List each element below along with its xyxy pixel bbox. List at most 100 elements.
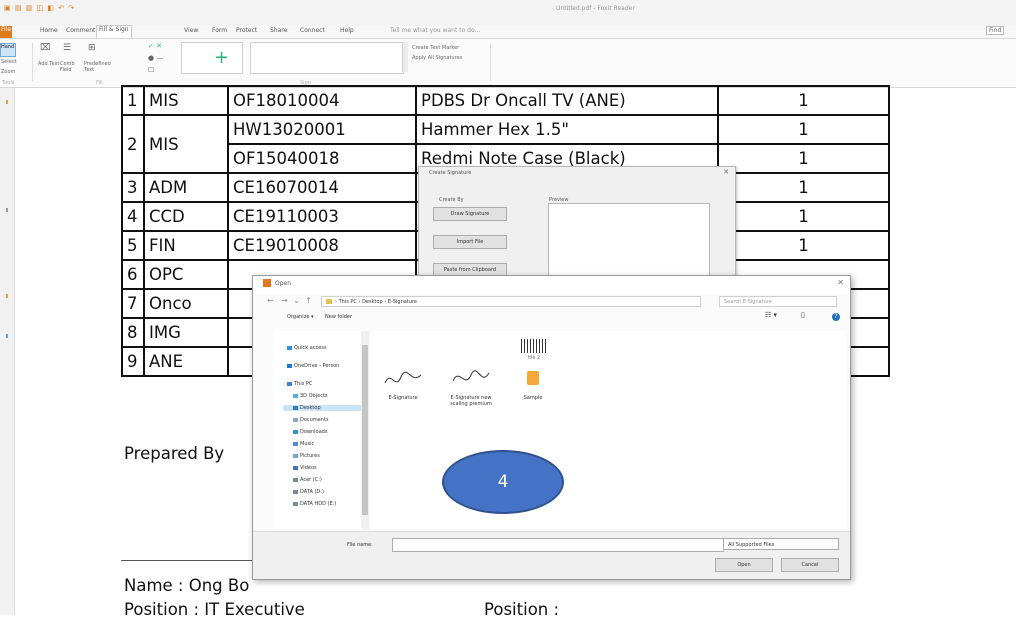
add-signature-box[interactable]: + (181, 42, 243, 74)
tab-file[interactable]: File (0, 26, 12, 38)
tab-connect[interactable]: Connect (300, 27, 325, 34)
nav-item-onedrive[interactable]: OneDrive - Person (287, 363, 339, 369)
app-icon (263, 279, 271, 287)
close-icon[interactable]: ✕ (837, 278, 844, 287)
create-text-marker[interactable]: Create Text Marker (412, 45, 459, 51)
group-divider (490, 43, 491, 81)
tab-view[interactable]: View (184, 27, 198, 34)
check-mark-icon[interactable]: ✓ ✕ (148, 43, 162, 50)
preview-pane-icon[interactable]: ▯ (801, 311, 805, 319)
gallery-scrollbar[interactable] (402, 42, 408, 72)
position-line: Position : IT Executive (124, 600, 305, 619)
dialog-toolbar: Organize ▾ New folder ☷ ▾ ▯ ? (253, 311, 850, 325)
nav-item-3d-objects[interactable]: 3D Objects (293, 393, 328, 399)
tab-protect[interactable]: Protect (236, 27, 257, 34)
nav-item-drive-d[interactable]: DATA (D:) (293, 489, 324, 495)
apply-all-signatures[interactable]: Apply All Signatures (412, 55, 462, 61)
left-nav-pane[interactable] (0, 88, 15, 615)
nav-item-videos[interactable]: Videos (293, 465, 317, 471)
add-text-icon: ⌧ (40, 43, 51, 53)
import-file-button[interactable]: Import File (433, 235, 507, 249)
forward-icon[interactable]: → (281, 296, 288, 305)
draw-signature-button[interactable]: Draw Signature (433, 207, 507, 221)
department-cell: ANE (143, 346, 229, 377)
code-cell: CE16070014 (227, 172, 417, 203)
dialog-title: Create Signature (429, 170, 472, 176)
open-button[interactable]: Open (715, 558, 773, 572)
back-icon[interactable]: ← (267, 296, 274, 305)
file-item[interactable] (449, 365, 493, 393)
file-item[interactable] (381, 365, 425, 393)
nav-item-downloads[interactable]: Downloads (293, 429, 327, 435)
nav-item-this-pc[interactable]: This PC (287, 381, 312, 387)
dialog-footer: File name: All Supported Files Open Canc… (253, 531, 850, 579)
file-name-input[interactable] (392, 538, 724, 552)
nav-item-documents[interactable]: Documents (293, 417, 329, 423)
comb-field-button[interactable]: Comb Field (60, 61, 84, 73)
cloud-icon (287, 363, 292, 368)
view-options-icon[interactable]: ☷ ▾ (765, 311, 777, 319)
dot-line-icon[interactable]: ● — (148, 55, 163, 62)
tab-home[interactable]: Home (40, 27, 58, 34)
checkbox-icon[interactable]: ☐ (148, 67, 154, 74)
layers-icon[interactable] (6, 334, 8, 338)
tab-help[interactable]: Help (340, 27, 354, 34)
nav-item-drive-e[interactable]: DATA HDD (E:) (293, 501, 336, 507)
signature-thumbnail (384, 371, 422, 384)
file-name-label: File name: (347, 542, 373, 548)
hand-tool-button[interactable]: Hand (0, 43, 16, 57)
drive-icon (293, 489, 298, 494)
code-cell: CE19010008 (227, 230, 417, 261)
cancel-button[interactable]: Cancel (781, 558, 839, 572)
nav-item-drive-c[interactable]: Acer (C:) (293, 477, 322, 483)
nav-item-music[interactable]: Music (293, 441, 314, 447)
close-icon[interactable]: ✕ (723, 168, 729, 176)
file-list[interactable]: file 2 E-Signature E-Signature new scali… (371, 331, 846, 529)
up-icon[interactable]: ↑ (305, 296, 312, 305)
picture-icon (293, 453, 298, 458)
tab-form[interactable]: Form (212, 27, 227, 34)
page-thumb-icon[interactable] (6, 208, 8, 212)
comment-icon[interactable] (6, 294, 8, 298)
app-title: Untitled.pdf - Foxit Reader (556, 5, 635, 12)
row-number: 4 (121, 201, 145, 232)
nav-item-pictures[interactable]: Pictures (293, 453, 320, 459)
select-tool[interactable]: Select (1, 59, 16, 65)
tab-share[interactable]: Share (270, 27, 287, 34)
predefined-text-button[interactable]: Predefined Text (84, 61, 118, 73)
nav-item-desktop[interactable]: Desktop (283, 405, 361, 411)
add-text-button[interactable]: Add Text (38, 61, 60, 67)
search-input[interactable]: Search E-Signature (719, 296, 837, 307)
quantity-cell: 1 (717, 114, 890, 145)
row-number: 7 (121, 288, 145, 319)
nav-item-quick-access[interactable]: Quick access (287, 345, 327, 351)
tab-fill-sign[interactable]: Fill & Sign (96, 25, 132, 38)
plus-icon: + (214, 47, 230, 68)
bookmark-icon[interactable] (6, 100, 8, 104)
scrollbar-thumb[interactable] (362, 345, 368, 515)
file-item[interactable] (515, 365, 551, 393)
tab-comment[interactable]: Comment (66, 27, 95, 34)
description-cell: Hammer Hex 1.5" (415, 114, 719, 145)
department-cell: MIS (143, 85, 229, 116)
zoom-tool[interactable]: Zoom (1, 69, 15, 75)
code-cell: OF15040018 (227, 143, 417, 174)
nav-scrollbar[interactable] (361, 331, 369, 529)
barcode-thumbnail[interactable] (521, 339, 547, 353)
department-cell: FIN (143, 230, 229, 261)
file-type-select[interactable]: All Supported Files (723, 538, 839, 550)
address-bar[interactable]: › This PC › Desktop › E-Signature (321, 296, 701, 307)
department-cell: ADM (143, 172, 229, 203)
organize-button[interactable]: Organize ▾ (287, 314, 314, 320)
department-cell: OPC (143, 259, 229, 290)
navigation-pane[interactable]: Quick access OneDrive - Person This PC 3… (273, 331, 369, 529)
signature-gallery[interactable] (250, 42, 404, 74)
tell-me-search[interactable]: Tell me what you want to do... (390, 27, 480, 34)
quantity-cell: 1 (717, 143, 890, 174)
dialog-title: Open (275, 280, 292, 287)
chevron-down-icon[interactable]: ⌄ (293, 296, 300, 305)
help-icon[interactable]: ? (832, 313, 840, 321)
quick-access-toolbar[interactable]: ▣ ▤ ▥ ◫ ◧ ↶ ↷ (4, 4, 75, 12)
new-folder-button[interactable]: New folder (325, 314, 352, 320)
find-button[interactable]: Find (986, 26, 1005, 35)
